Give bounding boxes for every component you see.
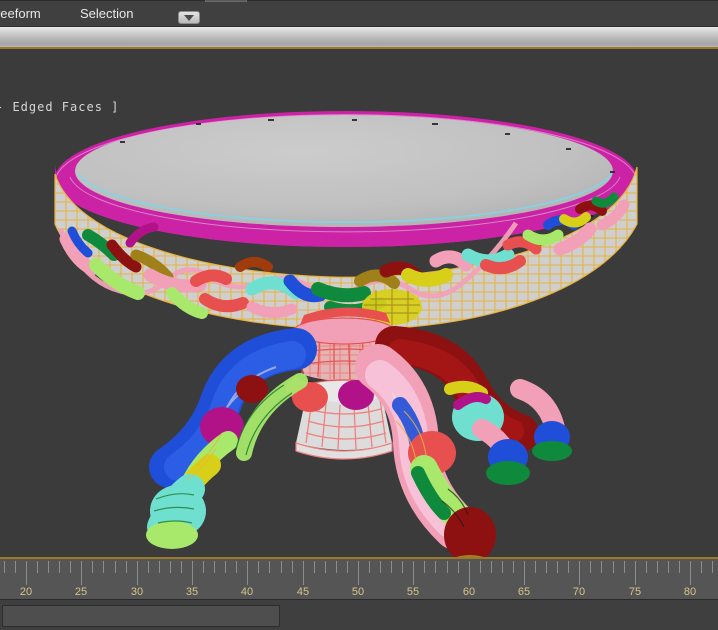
model-render-stage bbox=[0, 49, 718, 557]
toolbar-dock-strip bbox=[0, 26, 718, 48]
menu-item-freeform[interactable]: Freeform bbox=[0, 7, 41, 21]
status-bar: X: -38.595mm Y: 981.317mm Z: 0.0mm Grid … bbox=[0, 600, 718, 630]
svg-text:60: 60 bbox=[463, 586, 475, 598]
toolbar-drag-notch[interactable] bbox=[205, 0, 247, 2]
svg-text:20: 20 bbox=[20, 586, 32, 598]
timeline-ruler[interactable]: 20 25 30 35 40 45 50 55 60 65 70 75 80 bbox=[0, 559, 718, 600]
svg-text:50: 50 bbox=[352, 586, 364, 598]
svg-text:40: 40 bbox=[241, 586, 253, 598]
svg-text:35: 35 bbox=[186, 586, 198, 598]
viewport-perspective[interactable]: - Edged Faces ] bbox=[0, 49, 718, 557]
prompt-field[interactable] bbox=[2, 605, 280, 627]
svg-text:70: 70 bbox=[573, 586, 585, 598]
svg-text:30: 30 bbox=[131, 586, 143, 598]
svg-text:65: 65 bbox=[518, 586, 530, 598]
svg-text:45: 45 bbox=[297, 586, 309, 598]
menu-item-selection[interactable]: Selection bbox=[80, 7, 133, 21]
chevron-down-icon[interactable] bbox=[178, 11, 200, 24]
top-menu-bar: Freeform Selection bbox=[0, 0, 718, 26]
svg-text:25: 25 bbox=[75, 586, 87, 598]
svg-text:80: 80 bbox=[684, 586, 696, 598]
svg-text:75: 75 bbox=[629, 586, 641, 598]
application-window: Freeform Selection bbox=[0, 0, 718, 630]
svg-text:55: 55 bbox=[407, 586, 419, 598]
